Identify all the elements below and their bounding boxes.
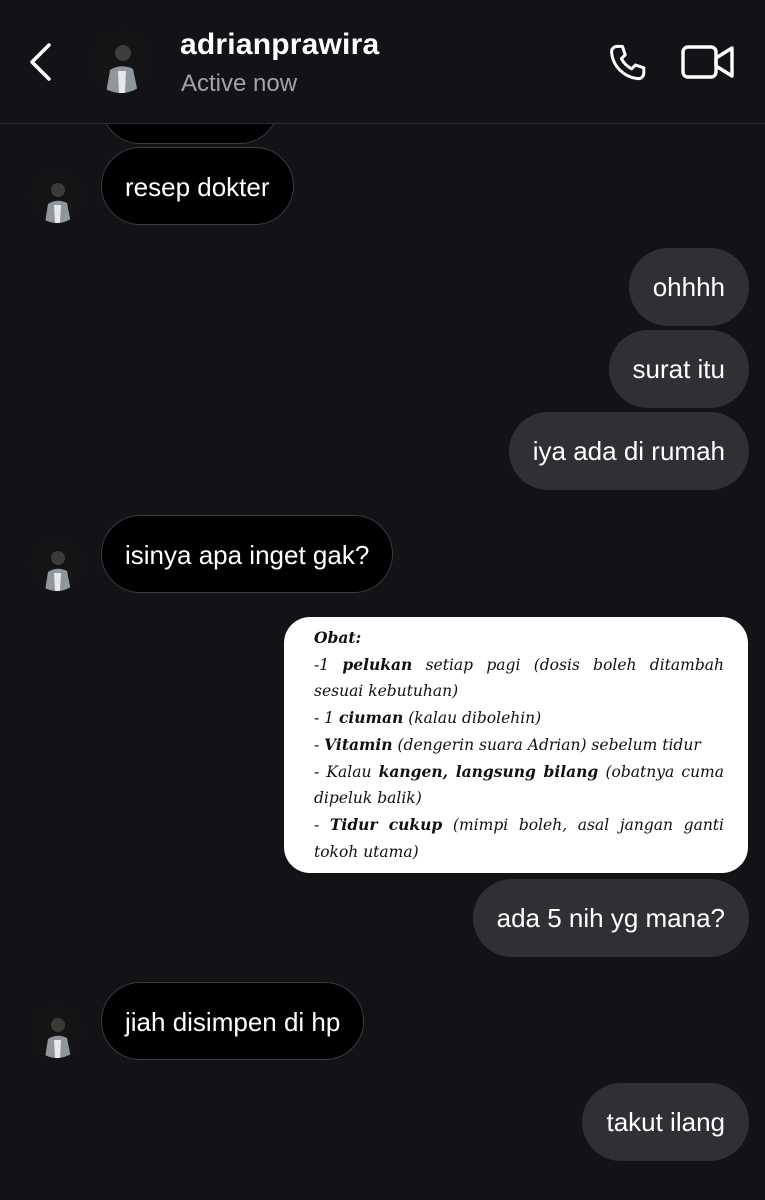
message-bubble-outgoing[interactable]: takut ilang <box>582 1083 749 1161</box>
video-call-button[interactable] <box>680 42 736 82</box>
avatar[interactable] <box>31 539 83 591</box>
message-bubble-incoming[interactable]: isinya apa inget gak? <box>101 515 394 593</box>
header-avatar[interactable] <box>90 31 152 93</box>
note-title: Obat: <box>314 628 362 647</box>
back-button[interactable] <box>22 40 62 84</box>
profile-photo <box>90 31 152 93</box>
activity-status: Active now <box>181 70 298 97</box>
message-bubble-outgoing[interactable]: iya ada di rumah <box>508 412 749 490</box>
phone-icon <box>610 44 646 81</box>
note-item: - Kalau kangen, langsung bilang (obatnya… <box>314 761 724 808</box>
voice-call-button[interactable] <box>604 40 652 88</box>
note-item: - Vitamin (dengerin suara Adrian) sebelu… <box>314 734 701 754</box>
note-item: -1 pelukan setiap pagi (dosis boleh dita… <box>314 654 724 701</box>
profile-photo <box>31 1006 83 1058</box>
profile-photo <box>31 171 83 223</box>
message-bubble-outgoing[interactable]: ohhhh <box>628 248 749 326</box>
note-item: - Tidur cukup (mimpi boleh, asal jangan … <box>314 814 724 861</box>
contact-username[interactable]: adrianprawira <box>180 28 379 62</box>
chevron-left-icon <box>30 43 51 81</box>
shared-note-image[interactable]: Obat: -1 pelukan setiap pagi (dosis bole… <box>284 617 748 873</box>
message-bubble-incoming[interactable]: resep dokter <box>101 147 294 225</box>
avatar[interactable] <box>31 171 83 223</box>
video-camera-icon <box>681 45 734 79</box>
message-thread[interactable]: resep dokter ohhhh surat itu iya ada di … <box>0 0 765 1200</box>
profile-photo <box>31 539 83 591</box>
message-bubble-outgoing[interactable]: ada 5 nih yg mana? <box>472 879 749 957</box>
chat-header: adrianprawira Active now <box>0 0 765 124</box>
note-item: - 1 ciuman (kalau dibolehin) <box>314 708 542 728</box>
message-bubble-outgoing[interactable]: surat itu <box>608 330 749 408</box>
message-bubble-incoming[interactable]: jiah disimpen di hp <box>101 982 365 1060</box>
avatar[interactable] <box>31 1006 83 1058</box>
